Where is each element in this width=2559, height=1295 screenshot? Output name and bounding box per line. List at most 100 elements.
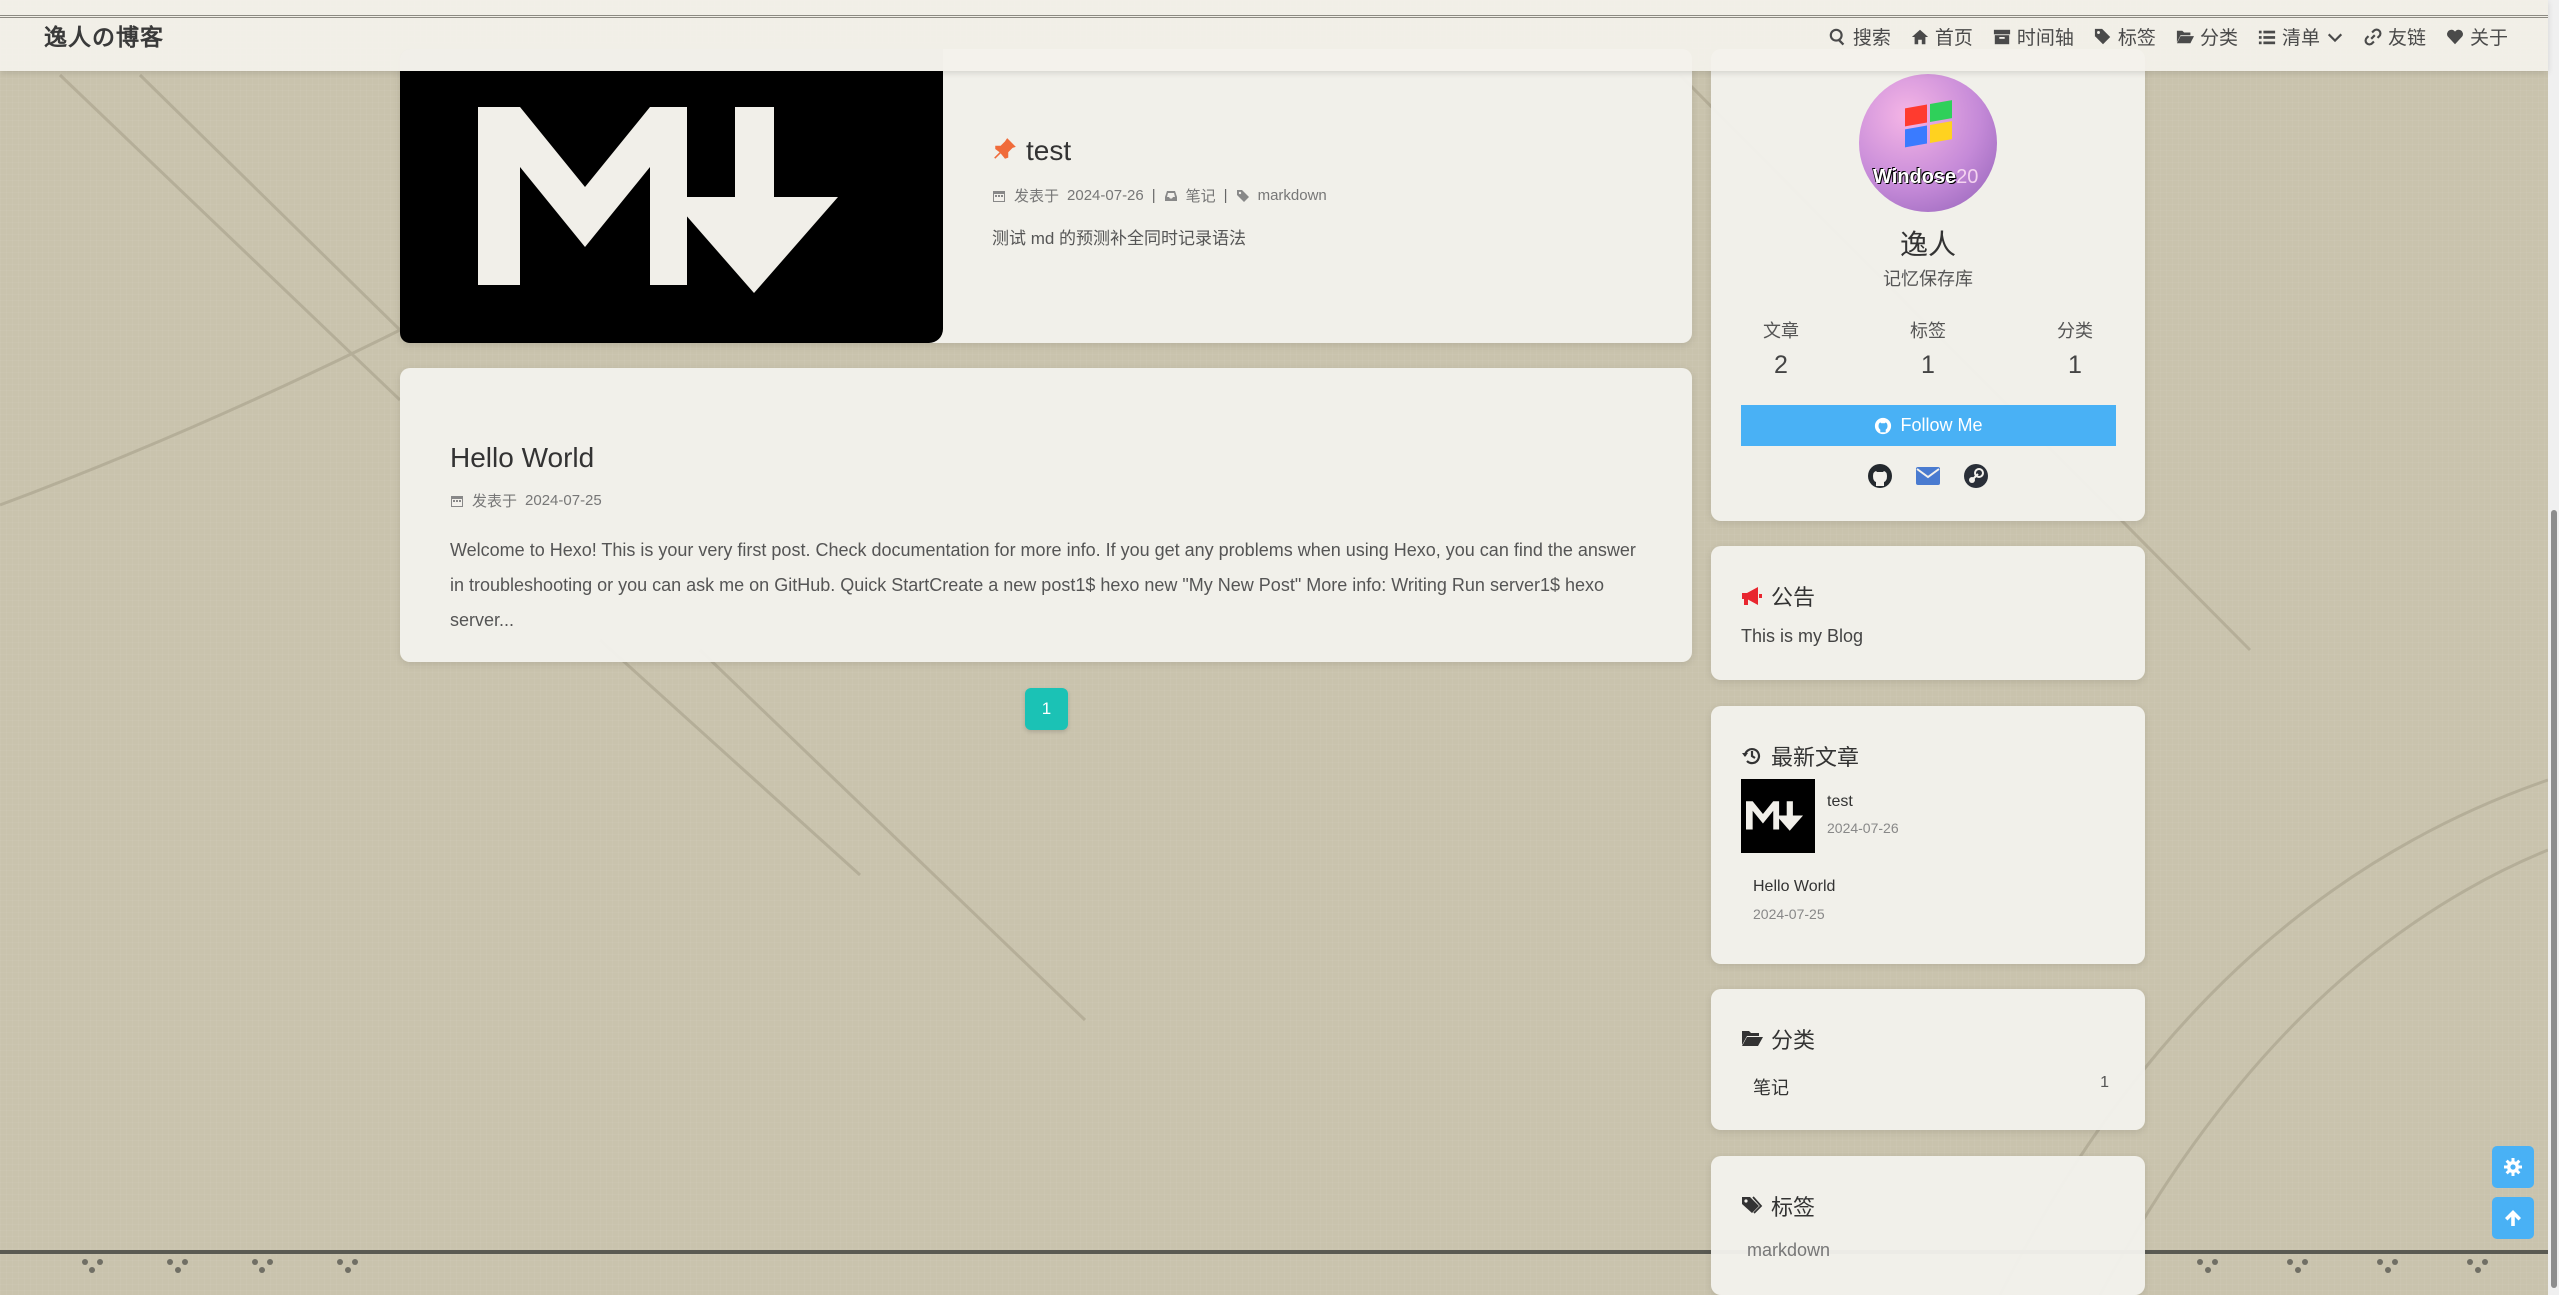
- author-description: 记忆保存库: [1883, 269, 1973, 289]
- steam-icon[interactable]: [1963, 463, 1989, 494]
- category-name: 笔记: [1753, 1078, 1789, 1098]
- inbox-icon: [1164, 190, 1177, 201]
- site-stats: 文章 2 标签 1 分类 1: [1741, 317, 2115, 380]
- stat-tags[interactable]: 标签 1: [1888, 317, 1968, 380]
- recent-post-date: 2024-07-26: [1827, 820, 1899, 836]
- nav-categories-label: 分类: [2199, 28, 2238, 49]
- scrollbar-thumb[interactable]: [2551, 510, 2557, 1288]
- nav-links-label: 友链: [2387, 28, 2426, 49]
- github-icon[interactable]: [1867, 463, 1893, 494]
- avatar-number: 20: [1956, 166, 1979, 188]
- navbar-rail: [0, 15, 2548, 18]
- stat-articles[interactable]: 文章 2: [1741, 317, 1821, 380]
- nav-home-label: 首页: [1934, 28, 1973, 49]
- categories-card: 分类 笔记 1: [1711, 989, 2145, 1130]
- arrow-up-icon: [2505, 1210, 2521, 1226]
- post-excerpt: Welcome to Hexo! This is your very first…: [450, 540, 1636, 630]
- stat-value: 1: [1921, 351, 1935, 379]
- post-category-link[interactable]: 笔记: [1186, 185, 1216, 206]
- post-meta: 发表于 2024-07-26 | 笔记 | markdown: [992, 185, 1327, 206]
- recent-post-title[interactable]: Hello World: [1753, 878, 1835, 896]
- bullhorn-icon: [1742, 587, 1762, 605]
- post-date: 2024-07-25: [525, 492, 602, 509]
- calendar-icon: [451, 495, 463, 507]
- announcement-text: This is my Blog: [1741, 626, 1864, 646]
- stat-categories[interactable]: 分类 1: [2035, 317, 2115, 380]
- meta-separator: |: [1151, 187, 1156, 204]
- social-links: [1711, 463, 2145, 494]
- post-title-link[interactable]: Hello World: [450, 442, 594, 473]
- nav-categories[interactable]: 分类: [2176, 23, 2238, 50]
- author-card: Windose20 逸人 记忆保存库 文章 2 标签 1 分类 1 Follow…: [1711, 49, 2145, 521]
- calendar-icon: [993, 190, 1005, 202]
- recent-post-title[interactable]: test: [1827, 793, 1853, 811]
- categories-title: 分类: [1771, 1028, 1816, 1053]
- nav-list-label: 清单: [2281, 28, 2320, 49]
- nav-tags-label: 标签: [2117, 28, 2156, 49]
- nav-tags[interactable]: 标签: [2094, 23, 2156, 50]
- chevron-down-icon: [2327, 33, 2343, 42]
- nav-timeline[interactable]: 时间轴: [1993, 23, 2074, 50]
- meta-prefix: 发表于: [1014, 188, 1060, 205]
- follow-me-button[interactable]: Follow Me: [1741, 405, 2116, 446]
- settings-button[interactable]: [2492, 1146, 2534, 1188]
- post-title-row: test: [992, 135, 1327, 167]
- recent-thumbnail[interactable]: [1741, 779, 1815, 853]
- meta-separator-2: |: [1223, 187, 1228, 204]
- announcement-title: 公告: [1771, 585, 1816, 610]
- history-icon: [1742, 748, 1761, 765]
- site-title-link[interactable]: 逸人の博客: [44, 18, 164, 52]
- envelope-icon[interactable]: [1915, 463, 1941, 494]
- category-item[interactable]: 笔记 1: [1753, 1074, 2109, 1100]
- stat-value: 1: [2068, 351, 2082, 379]
- markdown-logo-icon: [1746, 801, 1804, 831]
- stat-label: 文章: [1763, 321, 1799, 341]
- github-icon: [1875, 417, 1892, 434]
- post-meta: 发表于 2024-07-25: [450, 490, 1650, 511]
- tag-item[interactable]: markdown: [1747, 1240, 1830, 1261]
- main-nav: 搜索 首页 时间轴 标签 分类 清单 友链 关于: [1809, 23, 2508, 50]
- meta-prefix: 发表于: [472, 493, 518, 510]
- tags-title: 标签: [1771, 1195, 1816, 1220]
- post-title-link[interactable]: test: [1026, 135, 1071, 167]
- widget-header: 公告: [1741, 580, 1815, 612]
- post-body: test 发表于 2024-07-26 | 笔记 | markdown 测试 m…: [992, 135, 1327, 249]
- recent-post-date: 2024-07-25: [1753, 906, 1825, 922]
- category-count: 1: [2100, 1074, 2109, 1091]
- recent-title: 最新文章: [1771, 745, 1860, 770]
- nav-home[interactable]: 首页: [1911, 23, 1973, 50]
- stat-value: 2: [1774, 351, 1788, 379]
- pagination-page-button[interactable]: 1: [1025, 688, 1068, 730]
- post-excerpt: 测试 md 的预测补全同时记录语法: [992, 229, 1247, 248]
- author-name: 逸人: [1899, 229, 1956, 260]
- widget-header: 标签: [1741, 1190, 1815, 1222]
- folder-open-icon: [2176, 30, 2194, 43]
- avatar: Windose20: [1859, 74, 1997, 212]
- post-tag-link[interactable]: markdown: [1258, 187, 1327, 204]
- search-icon: [1829, 28, 1845, 45]
- stat-label: 标签: [1910, 321, 1946, 341]
- tags-card: 标签 markdown: [1711, 1156, 2145, 1295]
- back-to-top-button[interactable]: [2492, 1197, 2534, 1239]
- markdown-logo-icon: [478, 107, 838, 293]
- avatar-caption: Windose20: [1873, 166, 1978, 189]
- tags-icon: [2094, 28, 2111, 44]
- recent-posts-card: 最新文章 test 2024-07-26 Hello World 2024-07…: [1711, 706, 2145, 964]
- avatar-text: Windose: [1873, 166, 1957, 188]
- heart-icon: [2447, 29, 2463, 44]
- nav-about-label: 关于: [2469, 28, 2508, 49]
- follow-me-label: Follow Me: [1900, 415, 1983, 435]
- post-card-test: test 发表于 2024-07-26 | 笔记 | markdown 测试 m…: [400, 49, 1692, 343]
- archive-icon: [1993, 29, 2011, 44]
- nav-list-dropdown[interactable]: 清单: [2258, 23, 2344, 50]
- home-icon: [1911, 29, 1928, 44]
- stat-label: 分类: [2057, 321, 2093, 341]
- tags-icon: [1742, 1196, 1763, 1214]
- nav-search[interactable]: 搜索: [1829, 23, 1891, 50]
- nav-about[interactable]: 关于: [2446, 23, 2508, 50]
- nav-links[interactable]: 友链: [2364, 23, 2426, 50]
- post-cover-image[interactable]: [400, 49, 943, 343]
- top-navbar: 逸人の博客 搜索 首页 时间轴 标签 分类 清单 友链 关于: [0, 0, 2548, 71]
- nav-timeline-label: 时间轴: [2016, 28, 2074, 49]
- list-icon: [2258, 30, 2276, 44]
